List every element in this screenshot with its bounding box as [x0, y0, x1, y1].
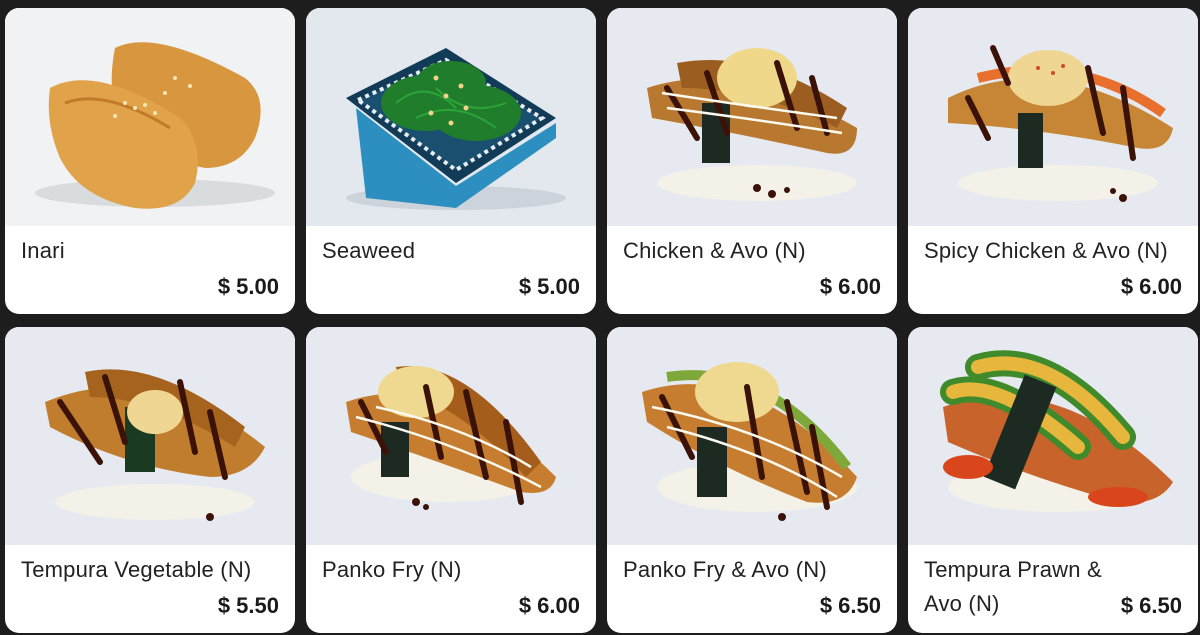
item-price: $ 6.50 — [819, 593, 881, 618]
menu-item-card-inari[interactable]: Inari $ 5.00 — [5, 8, 295, 314]
menu-grid: Inari $ 5.00 Seaweed $ 5.00 Chicken & Av… — [0, 0, 1200, 635]
menu-item-card-panko-fry-avo[interactable]: Panko Fry & Avo (N) $ 6.50 — [607, 327, 897, 633]
spicy-chicken-avo-nigiri-photo — [908, 8, 1198, 226]
item-price: $ 6.00 — [819, 274, 881, 299]
item-name: Seaweed — [322, 238, 416, 263]
menu-item-card-tempura-prawn-avo[interactable]: Tempura Prawn & Avo (N) $ 6.50 — [908, 327, 1198, 633]
item-name: Panko Fry (N) — [322, 557, 462, 582]
inari-sushi-photo — [5, 8, 295, 226]
item-name: Panko Fry & Avo (N) — [623, 557, 827, 582]
menu-item-card-seaweed[interactable]: Seaweed $ 5.00 — [306, 8, 596, 314]
item-name: Inari — [21, 238, 65, 263]
menu-item-card-panko-fry[interactable]: Panko Fry (N) $ 6.00 — [306, 327, 596, 633]
chicken-avo-nigiri-photo — [607, 8, 897, 226]
seaweed-salad-photo — [306, 8, 596, 226]
panko-fry-avo-nigiri-photo — [607, 327, 897, 545]
menu-item-card-spicy-chicken-avo[interactable]: Spicy Chicken & Avo (N) $ 6.00 — [908, 8, 1198, 314]
tempura-prawn-avo-nigiri-photo — [908, 327, 1198, 545]
item-price: $ 6.50 — [1120, 593, 1182, 618]
item-price: $ 6.00 — [518, 593, 580, 618]
panko-fry-nigiri-photo — [306, 327, 596, 545]
item-name: Chicken & Avo (N) — [623, 238, 806, 263]
item-price: $ 5.00 — [217, 274, 279, 299]
item-name: Tempura Vegetable (N) — [21, 557, 252, 582]
menu-item-card-chicken-avo[interactable]: Chicken & Avo (N) $ 6.00 — [607, 8, 897, 314]
item-price: $ 5.00 — [518, 274, 580, 299]
tempura-vegetable-nigiri-photo — [5, 327, 295, 545]
menu-item-card-tempura-vegetable[interactable]: Tempura Vegetable (N) $ 5.50 — [5, 327, 295, 633]
item-name: Tempura Prawn & Avo (N) — [924, 557, 1102, 616]
item-price: $ 6.00 — [1120, 274, 1182, 299]
item-name: Spicy Chicken & Avo (N) — [924, 238, 1168, 263]
item-price: $ 5.50 — [217, 593, 279, 618]
